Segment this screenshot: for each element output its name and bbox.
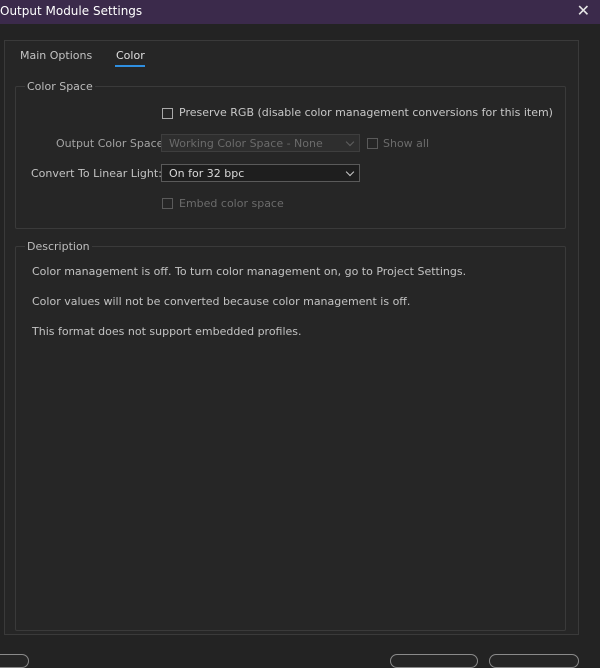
close-icon[interactable]: ✕ (577, 1, 590, 21)
chevron-down-icon (345, 137, 355, 147)
convert-linear-value: On for 32 bpc (169, 167, 245, 180)
ok-button[interactable] (390, 654, 478, 668)
description-line: This format does not support embedded pr… (32, 325, 302, 338)
preserve-rgb-label: Preserve RGB (disable color management c… (179, 106, 553, 119)
description-line: Color values will not be converted becau… (32, 295, 411, 308)
bottom-left-control[interactable] (0, 654, 29, 668)
preserve-rgb-checkbox[interactable] (162, 108, 173, 119)
embed-color-space-checkbox[interactable] (162, 198, 173, 209)
description-line: Color management is off. To turn color m… (32, 265, 467, 278)
output-color-space-label: Output Color Space: (56, 137, 168, 150)
chevron-down-icon (345, 167, 355, 177)
title-bar: Output Module Settings ✕ (0, 0, 600, 24)
show-all-checkbox[interactable] (367, 138, 378, 149)
window-title: Output Module Settings (0, 4, 143, 18)
cancel-button[interactable] (489, 654, 579, 668)
show-all-label: Show all (383, 137, 430, 150)
active-tab-indicator (115, 65, 145, 67)
convert-linear-label: Convert To Linear Light: (31, 167, 162, 180)
color-space-title: Color Space (25, 80, 95, 93)
tab-color[interactable]: Color (116, 49, 145, 62)
convert-linear-dropdown[interactable]: On for 32 bpc (161, 164, 360, 182)
tab-main-options[interactable]: Main Options (20, 49, 92, 62)
tab-panel: Main Options Color Color Space Preserve … (4, 40, 579, 635)
description-title: Description (25, 240, 92, 253)
output-color-space-value: Working Color Space - None (169, 137, 323, 150)
output-color-space-dropdown[interactable]: Working Color Space - None (161, 134, 360, 152)
embed-color-space-label: Embed color space (179, 197, 284, 210)
